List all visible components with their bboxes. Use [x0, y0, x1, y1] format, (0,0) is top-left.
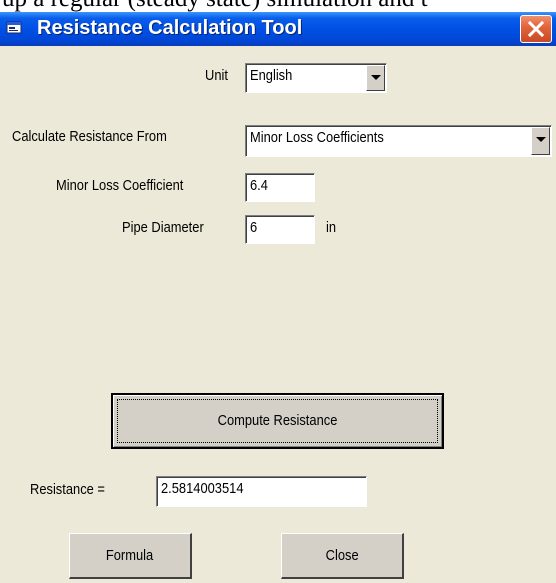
resistance-label: Resistance =	[30, 481, 105, 498]
chevron-down-icon	[536, 137, 546, 142]
window-close-button[interactable]	[520, 15, 552, 43]
formula-button[interactable]: Formula	[69, 533, 192, 579]
minor-loss-coefficient-input[interactable]: 6.4	[245, 173, 315, 202]
calculate-from-dropdown-button[interactable]	[531, 127, 550, 155]
background-document-text: up a regular (steady state) simulation a…	[0, 0, 556, 12]
resistance-value: 2.5814003514	[161, 480, 244, 497]
pipe-diameter-unit-label: in	[326, 219, 337, 236]
app-window-icon	[6, 21, 22, 34]
title-bar[interactable]: Resistance Calculation Tool	[0, 12, 556, 46]
pipe-diameter-value: 6	[250, 219, 258, 236]
formula-button-label: Formula	[106, 547, 154, 564]
close-x-icon	[527, 20, 545, 38]
pipe-diameter-label: Pipe Diameter	[122, 219, 204, 236]
compute-resistance-button-label: Compute Resistance	[217, 412, 338, 429]
minor-loss-coefficient-value: 6.4	[250, 177, 268, 194]
close-button-label: Close	[325, 547, 359, 564]
unit-label: Unit	[205, 67, 228, 84]
chevron-down-icon	[371, 75, 381, 80]
minor-loss-coefficient-label: Minor Loss Coefficient	[56, 177, 184, 194]
compute-resistance-button[interactable]: Compute Resistance	[111, 393, 444, 449]
unit-dropdown-button[interactable]	[366, 65, 385, 91]
resistance-output-field[interactable]: 2.5814003514	[156, 476, 367, 507]
pipe-diameter-input[interactable]: 6	[245, 215, 315, 244]
window-title: Resistance Calculation Tool	[37, 17, 303, 39]
unit-select-value: English	[250, 67, 293, 84]
calculate-from-label: Calculate Resistance From	[12, 128, 167, 145]
close-button[interactable]: Close	[281, 533, 404, 579]
unit-select[interactable]: English	[245, 63, 387, 93]
calculate-from-select[interactable]: Minor Loss Coefficients	[245, 125, 552, 157]
calculate-from-select-value: Minor Loss Coefficients	[250, 129, 384, 146]
